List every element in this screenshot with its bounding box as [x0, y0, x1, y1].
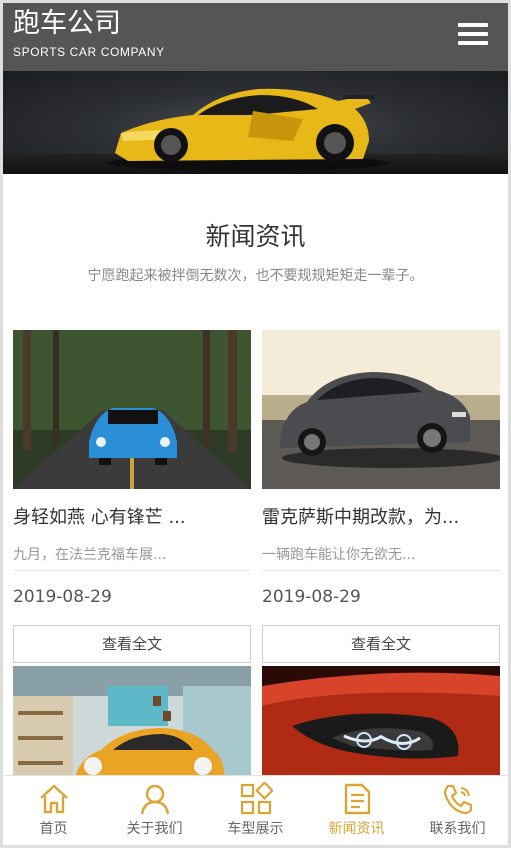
nav-item-home[interactable]: 首页	[3, 776, 104, 845]
brand-title[interactable]: 跑车公司	[13, 7, 121, 41]
grid-icon	[240, 782, 273, 815]
nav-label: 车型展示	[227, 821, 284, 837]
news-image[interactable]	[262, 330, 500, 489]
nav-label: 新闻资讯	[328, 821, 385, 837]
nav-label: 联系我们	[429, 821, 486, 837]
news-desc: 九月，在法兰克福车展...	[13, 544, 251, 571]
top-header: 跑车公司 SPORTS CAR COMPANY	[3, 3, 508, 71]
news-card[interactable]: 雷克萨斯中期改款，为... 一辆跑车能让你无欲无... 2019-08-29 查…	[262, 330, 500, 663]
news-desc: 一辆跑车能让你无欲无...	[262, 544, 500, 571]
news-icon	[344, 783, 370, 815]
bottom-nav: 首页 关于我们 车型展示 新闻资讯 联系我们	[3, 775, 508, 845]
nav-label: 首页	[39, 821, 68, 837]
read-more-button[interactable]: 查看全文	[262, 625, 500, 663]
yellow-sports-car-image	[108, 88, 388, 171]
news-card[interactable]: 身轻如燕 心有锋芒 ... 九月，在法兰克福车展... 2019-08-29 查…	[13, 330, 251, 663]
section-subtitle: 宁愿跑起来被拌倒无数次，也不要规规矩矩走一辈子。	[87, 268, 424, 284]
section-title: 新闻资讯	[205, 222, 306, 251]
user-icon	[140, 784, 169, 815]
news-title[interactable]: 身轻如燕 心有锋芒 ...	[13, 503, 251, 529]
brand-subtitle: SPORTS CAR COMPANY	[13, 45, 165, 59]
phone-icon	[443, 784, 472, 815]
nav-label: 关于我们	[126, 821, 183, 837]
nav-item-contact[interactable]: 联系我们	[407, 776, 508, 845]
page-frame: 跑车公司 SPORTS CAR COMPANY 新闻资讯 宁愿跑起来被拌倒无数次…	[3, 3, 508, 845]
news-title[interactable]: 雷克萨斯中期改款，为...	[262, 503, 500, 529]
home-icon	[39, 784, 68, 814]
read-more-button[interactable]: 查看全文	[13, 625, 251, 663]
news-image[interactable]	[13, 330, 251, 489]
banner-image	[3, 71, 508, 174]
nav-item-about[interactable]: 关于我们	[104, 776, 205, 845]
news-date: 2019-08-29	[13, 587, 112, 607]
news-date: 2019-08-29	[262, 587, 361, 607]
nav-item-news[interactable]: 新闻资讯	[306, 776, 407, 845]
hamburger-menu-icon[interactable]	[458, 23, 488, 47]
nav-item-models[interactable]: 车型展示	[205, 776, 306, 845]
